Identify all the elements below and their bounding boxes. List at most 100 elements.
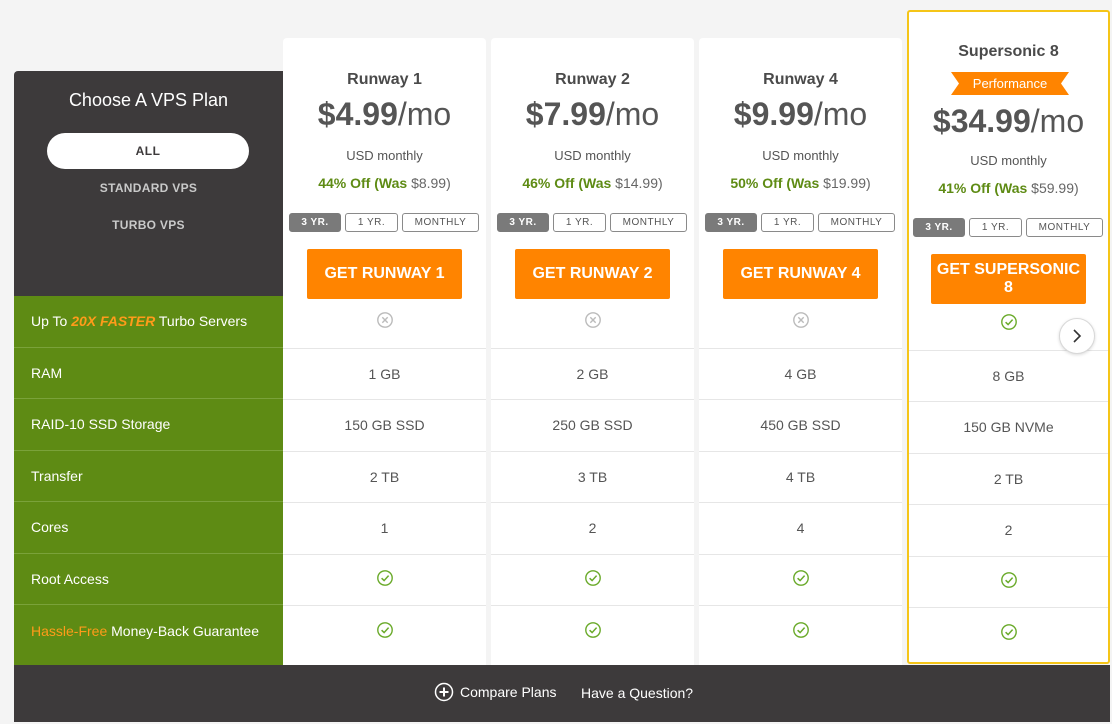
plan-name: Runway 4 [763, 71, 838, 88]
term-monthly-button[interactable]: MONTHLY [1026, 218, 1103, 237]
plan-ram-cell: 8 GB [909, 349, 1108, 402]
plan-card-1: Runway 1 $4.99/mo USD monthly 44% Off (W… [283, 38, 486, 665]
term-selector: 3 YR. 1 YR. MONTHLY [497, 213, 687, 232]
plan-was-label: (Was [786, 175, 824, 191]
plus-circle-icon [434, 682, 454, 702]
plan-card-3: Runway 4 $9.99/mo USD monthly 50% Off (W… [699, 38, 902, 665]
term-monthly-button[interactable]: MONTHLY [610, 213, 687, 232]
plan-discount: 41% Off (Was $59.99) [909, 180, 1108, 196]
filter-standard-vps[interactable]: STANDARD VPS [14, 181, 283, 195]
plan-cores-cell: 2 [491, 502, 694, 554]
term-1yr-button[interactable]: 1 YR. [345, 213, 398, 232]
check-icon [792, 621, 809, 638]
plan-storage-cell: 250 GB SSD [491, 399, 694, 451]
plan-guarantee-cell [283, 605, 486, 657]
feature-turbo-suffix: Turbo Servers [155, 313, 248, 330]
plan-billing-note: USD monthly [762, 148, 839, 163]
plan-was-price: $19.99) [823, 175, 871, 191]
check-icon [584, 570, 601, 587]
plan-was-label: (Was [994, 180, 1032, 196]
plan-turbo-cell [699, 296, 902, 348]
feature-labels: Up To 20X FASTER Turbo Servers RAM RAID-… [14, 296, 283, 665]
feature-turbo-highlight: 20X FASTER [71, 313, 156, 330]
plan-was-price: $14.99) [615, 175, 663, 191]
plan-transfer-cell: 2 TB [283, 450, 486, 503]
plan-discount-pct: 44% Off [318, 175, 371, 191]
plan-storage-cell: 150 GB SSD [283, 399, 486, 451]
performance-badge-label: Performance [972, 76, 1048, 91]
feature-turbo-prefix: Up To [31, 313, 72, 330]
get-plan-button[interactable]: GET SUPERSONIC 8 [931, 254, 1086, 304]
plan-header: Runway 1 $4.99/mo USD monthly 44% Off (W… [283, 38, 486, 299]
plan-turbo-cell [283, 296, 486, 348]
filter-all-button[interactable]: ALL [47, 133, 249, 169]
plan-billing-note: USD monthly [554, 148, 631, 163]
compare-plans-label: Compare Plans [460, 684, 557, 700]
footer-bar: Compare Plans Have a Question? [14, 665, 1110, 722]
get-plan-button[interactable]: GET RUNWAY 2 [515, 249, 670, 299]
plan-billing-note: USD monthly [346, 148, 423, 163]
term-3yr-button[interactable]: 3 YR. [289, 213, 341, 232]
plan-transfer-cell: 4 TB [699, 450, 902, 503]
term-3yr-button[interactable]: 3 YR. [705, 213, 757, 232]
plan-name: Supersonic 8 [958, 43, 1059, 60]
plan-features: 4 GB 450 GB SSD 4 TB 4 [699, 296, 902, 657]
plan-guarantee-cell [909, 607, 1108, 659]
feature-ram: RAM [14, 348, 283, 399]
feature-root-access: Root Access [14, 554, 283, 605]
plan-was: (Was $59.99) [994, 180, 1078, 196]
plan-price: $7.99/mo [491, 96, 694, 133]
plan-root-cell [909, 555, 1108, 608]
plan-root-cell [283, 553, 486, 606]
have-question-link[interactable]: Have a Question? [581, 685, 693, 701]
plan-ram-cell: 1 GB [283, 347, 486, 400]
plan-was: (Was $8.99) [374, 175, 451, 191]
feature-turbo: Up To 20X FASTER Turbo Servers [14, 296, 283, 348]
term-3yr-button[interactable]: 3 YR. [913, 218, 965, 237]
plan-ram-cell: 2 GB [491, 347, 694, 400]
feature-storage: RAID-10 SSD Storage [14, 399, 283, 451]
plan-price-amount: $34.99 [932, 103, 1031, 139]
term-monthly-button[interactable]: MONTHLY [402, 213, 479, 232]
term-selector: 3 YR. 1 YR. MONTHLY [913, 218, 1103, 237]
compare-plans-link[interactable]: Compare Plans [434, 682, 557, 702]
plan-price-amount: $9.99 [733, 96, 814, 132]
plan-features: 2 GB 250 GB SSD 3 TB 2 [491, 296, 694, 657]
plan-root-cell [491, 553, 694, 606]
plan-storage-cell: 150 GB NVMe [909, 401, 1108, 453]
chevron-right-icon [1073, 329, 1082, 343]
plan-name: Runway 1 [347, 71, 422, 88]
carousel-next-button[interactable] [1059, 318, 1095, 354]
check-icon [376, 621, 393, 638]
plan-root-cell [699, 553, 902, 606]
plan-was: (Was $19.99) [786, 175, 870, 191]
plan-price-per: /mo [813, 96, 868, 132]
get-plan-button[interactable]: GET RUNWAY 1 [307, 249, 462, 299]
plan-billing-note: USD monthly [970, 153, 1047, 168]
plan-turbo-cell [491, 296, 694, 348]
term-1yr-button[interactable]: 1 YR. [969, 218, 1022, 237]
plan-price-per: /mo [1030, 103, 1085, 139]
plan-cores-cell: 1 [283, 502, 486, 554]
plan-discount-pct: 50% Off [730, 175, 783, 191]
plan-header: Supersonic 8 $34.99/mo USD monthly 41% O… [909, 12, 1108, 304]
plan-was: (Was $14.99) [578, 175, 662, 191]
term-3yr-button[interactable]: 3 YR. [497, 213, 549, 232]
plan-was-price: $59.99) [1031, 180, 1079, 196]
plan-storage-cell: 450 GB SSD [699, 399, 902, 451]
term-1yr-button[interactable]: 1 YR. [761, 213, 814, 232]
term-selector: 3 YR. 1 YR. MONTHLY [289, 213, 479, 232]
cross-icon [376, 312, 393, 329]
get-plan-button[interactable]: GET RUNWAY 4 [723, 249, 878, 299]
plan-cores-cell: 2 [909, 504, 1108, 556]
cross-icon [792, 312, 809, 329]
term-monthly-button[interactable]: MONTHLY [818, 213, 895, 232]
check-icon [1000, 572, 1017, 589]
term-1yr-button[interactable]: 1 YR. [553, 213, 606, 232]
plan-header: Runway 4 $9.99/mo USD monthly 50% Off (W… [699, 38, 902, 299]
check-icon [584, 621, 601, 638]
feature-transfer: Transfer [14, 451, 283, 502]
check-icon [376, 570, 393, 587]
plan-discount: 46% Off (Was $14.99) [491, 175, 694, 191]
filter-turbo-vps[interactable]: TURBO VPS [14, 218, 283, 232]
